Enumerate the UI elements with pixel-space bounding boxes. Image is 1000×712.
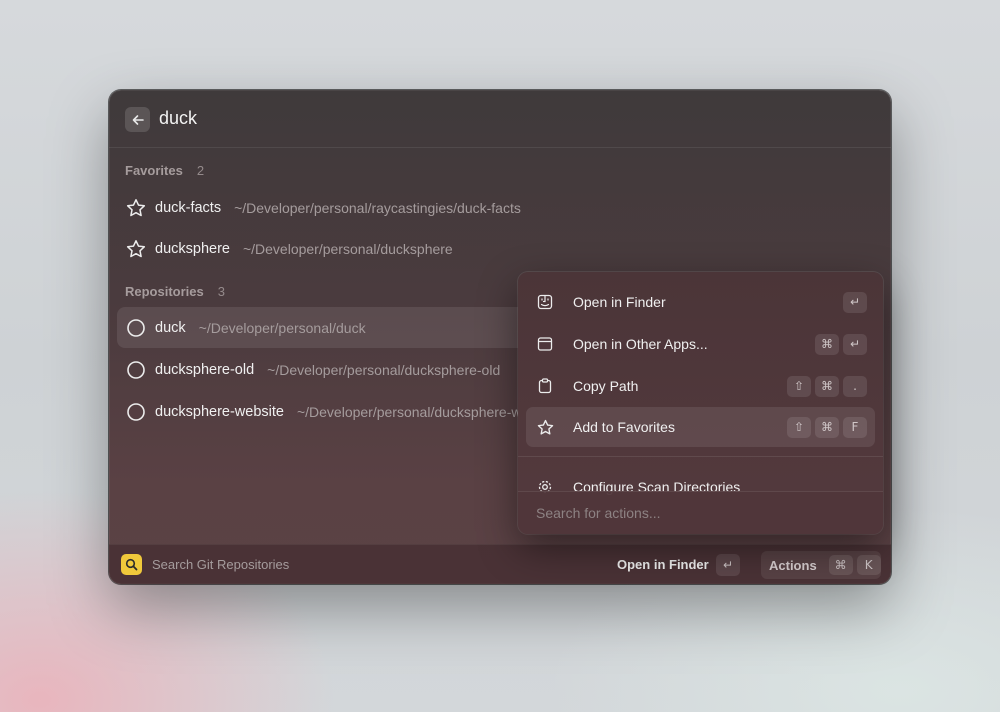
shortcut-key: . [843,375,867,397]
window-icon [536,335,554,353]
back-button[interactable] [125,107,150,132]
star-icon [536,418,554,436]
menu-item-add-to-favorites[interactable]: Add to Favorites ⇧ ⌘ F [526,407,875,447]
action-search-bar [518,491,883,534]
circle-icon [125,401,147,423]
star-icon [125,197,147,219]
clipboard-icon [536,377,554,395]
finder-icon [536,293,554,311]
menu-divider [518,456,883,457]
item-path: ~/Developer/personal/raycastingies/duck-… [234,199,521,216]
item-title: ducksphere [155,240,230,257]
section-header-favorites: Favorites 2 [125,163,205,178]
footer-command-label: Search Git Repositories [152,557,290,572]
list-item[interactable]: ducksphere ~/Developer/personal/ducksphe… [117,228,883,269]
list-item[interactable]: duck-facts ~/Developer/personal/raycasti… [117,187,883,228]
search-input[interactable]: duck [159,108,197,129]
primary-action-shortcut: ↵ [716,554,740,576]
shortcut-key: ⇧ [787,416,811,438]
menu-item-copy-path[interactable]: Copy Path ⇧ ⌘ . [526,366,875,406]
item-title: ducksphere-old [155,361,255,378]
shortcut-key: ⇧ [787,375,811,397]
shortcut-key: ↵ [843,333,867,355]
item-title: duck [155,319,186,336]
item-path: ~/Developer/personal/duck [198,319,366,336]
menu-item-open-in-other-apps[interactable]: Open in Other Apps... ⌘ ↵ [526,324,875,364]
actions-button[interactable]: Actions ⌘ K [761,551,881,579]
actions-label: Actions [769,557,817,573]
circle-icon [125,317,147,339]
shortcut-key: ⌘ [815,375,839,397]
action-search-input[interactable] [536,503,856,523]
item-path: ~/Developer/personal/ducksphere [242,240,453,257]
menu-item-open-in-finder[interactable]: Open in Finder ↵ [526,282,875,322]
shortcut-key: ⌘ [828,555,853,575]
item-title: duck-facts [155,199,222,216]
search-icon [121,554,142,575]
shortcut-key: F [843,416,867,438]
search-bar: duck [109,90,891,148]
section-header-repositories: Repositories 3 [125,284,225,299]
actions-menu: Open in Finder ↵ Open in Other Apps... ⌘… [518,272,883,534]
primary-action-button[interactable]: Open in Finder [617,557,709,572]
shortcut-key: ⌘ [815,333,839,355]
item-path: ~/Developer/personal/ducksphere-old [267,361,501,378]
footer-bar: Search Git Repositories Open in Finder ↵… [109,544,891,584]
item-title: ducksphere-website [155,403,284,420]
shortcut-key: ↵ [843,291,867,313]
shortcut-key: ⌘ [815,416,839,438]
circle-icon [125,359,147,381]
star-icon [125,238,147,260]
arrow-left-icon [132,114,144,125]
shortcut-key: K [856,555,881,575]
